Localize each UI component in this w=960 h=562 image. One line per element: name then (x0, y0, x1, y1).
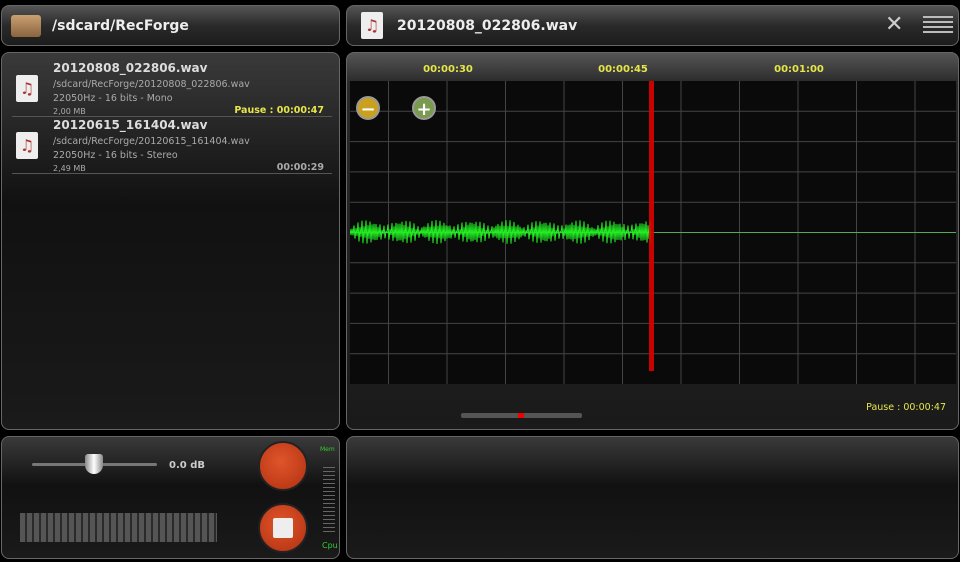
zoom-out-button[interactable]: − (356, 96, 380, 120)
file-list: ♫ 20120808_022806.wav /sdcard/RecForge/2… (1, 52, 340, 430)
record-button[interactable] (258, 441, 308, 491)
gain-slider-thumb[interactable] (85, 454, 103, 474)
file-name: 20120808_022806.wav (53, 61, 208, 75)
zoom-in-button[interactable]: + (412, 96, 436, 120)
music-file-icon: ♫ (16, 132, 38, 159)
time-label: 00:00:45 (598, 64, 648, 75)
file-status: Pause : 00:00:47 (234, 105, 324, 116)
file-path: /sdcard/RecForge/20120615_161404.wav (53, 136, 250, 147)
waveform-canvas[interactable] (350, 81, 956, 384)
mem-label: Mem (320, 446, 335, 453)
file-browser-header: /sdcard/RecForge (1, 5, 340, 46)
resource-meter (323, 467, 335, 533)
empty-panel (346, 436, 959, 559)
file-name: 20120615_161404.wav (53, 118, 208, 132)
current-folder-path: /sdcard/RecForge (52, 18, 189, 34)
controls-panel: 0.0 dB Mem Cpu (1, 436, 340, 559)
music-file-icon: ♫ (361, 12, 383, 39)
file-path: /sdcard/RecForge/20120808_022806.wav (53, 79, 250, 90)
file-size: 2,00 MB (53, 107, 86, 116)
file-item[interactable]: ♫ 20120808_022806.wav /sdcard/RecForge/2… (12, 59, 332, 117)
time-label: 00:01:00 (774, 64, 824, 75)
settings-wrench-icon[interactable]: ✕ (885, 12, 903, 37)
current-file-title: 20120808_022806.wav (397, 18, 578, 34)
cpu-label: Cpu (322, 541, 338, 550)
file-format: 22050Hz - 16 bits - Mono (53, 93, 173, 104)
level-meter (20, 513, 217, 542)
scrollbar-thumb[interactable] (518, 413, 524, 418)
stop-button[interactable] (258, 503, 308, 553)
gain-value: 0.0 dB (169, 460, 205, 471)
file-size: 2,49 MB (53, 164, 86, 173)
file-format: 22050Hz - 16 bits - Stereo (53, 150, 178, 161)
time-label: 00:00:30 (423, 64, 473, 75)
folder-icon[interactable] (11, 15, 41, 37)
file-item[interactable]: ♫ 20120615_161404.wav /sdcard/RecForge/2… (12, 116, 332, 174)
music-file-icon: ♫ (16, 75, 38, 102)
menu-icon[interactable] (923, 16, 953, 36)
editor-header: ♫ 20120808_022806.wav ✕ (346, 5, 959, 46)
file-status: 00:00:29 (276, 162, 324, 173)
playhead (649, 81, 654, 371)
playback-status: Pause : 00:00:47 (866, 402, 946, 413)
